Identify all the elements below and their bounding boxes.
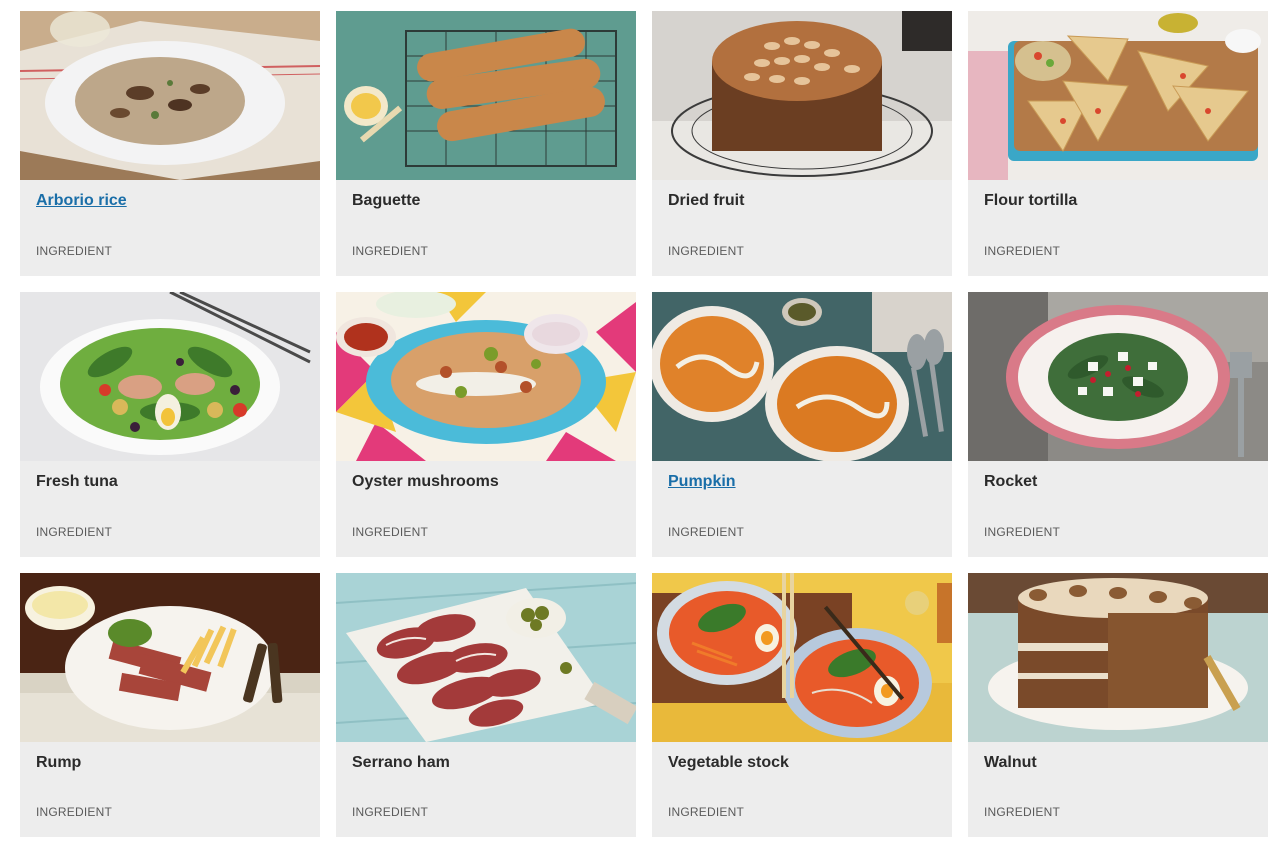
ingredient-image[interactable] <box>20 292 320 461</box>
ingredient-card[interactable]: Arborio rice INGREDIENT <box>20 11 320 276</box>
ingredient-type-label: INGREDIENT <box>984 525 1061 539</box>
ingredient-image[interactable] <box>652 11 952 180</box>
coffee-walnut-cake-image <box>968 573 1268 742</box>
ingredient-card[interactable]: Serrano ham INGREDIENT <box>336 573 636 837</box>
pitta-wraps-image <box>336 292 636 461</box>
ingredient-title[interactable]: Flour tortilla <box>984 192 1077 210</box>
ingredient-image[interactable] <box>336 573 636 742</box>
ingredient-type-label: INGREDIENT <box>984 805 1061 819</box>
ingredient-image[interactable] <box>968 292 1268 461</box>
ingredient-type-label: INGREDIENT <box>984 244 1061 258</box>
nicoise-salad-image <box>20 292 320 461</box>
ingredient-title[interactable]: Arborio rice <box>36 192 127 210</box>
ingredient-title[interactable]: Walnut <box>984 754 1037 772</box>
ingredient-card[interactable]: Walnut INGREDIENT <box>968 573 1268 837</box>
ingredient-card[interactable]: Dried fruit INGREDIENT <box>652 11 952 276</box>
ingredient-image[interactable] <box>336 292 636 461</box>
quesadillas-board-image <box>968 11 1268 180</box>
ingredient-image[interactable] <box>652 573 952 742</box>
ingredient-card[interactable]: Rump INGREDIENT <box>20 573 320 837</box>
ingredient-title[interactable]: Dried fruit <box>668 192 744 210</box>
steak-chips-image <box>20 573 320 742</box>
ingredient-type-label: INGREDIENT <box>352 525 429 539</box>
ingredient-type-label: INGREDIENT <box>668 244 745 258</box>
ingredient-title[interactable]: Rump <box>36 754 81 772</box>
ingredient-card[interactable]: Fresh tuna INGREDIENT <box>20 292 320 557</box>
ingredient-type-label: INGREDIENT <box>352 805 429 819</box>
ingredient-type-label: INGREDIENT <box>36 805 113 819</box>
ingredient-title[interactable]: Baguette <box>352 192 420 210</box>
ingredient-title[interactable]: Pumpkin <box>668 473 736 491</box>
risotto-bowl-image <box>20 11 320 180</box>
ingredient-image[interactable] <box>968 11 1268 180</box>
ingredient-card[interactable]: Rocket INGREDIENT <box>968 292 1268 557</box>
ingredient-type-label: INGREDIENT <box>36 244 113 258</box>
baguettes-on-rack-image <box>336 11 636 180</box>
ingredient-title[interactable]: Serrano ham <box>352 754 450 772</box>
ham-board-image <box>336 573 636 742</box>
pumpkin-soup-image <box>652 292 952 461</box>
ingredient-title[interactable]: Rocket <box>984 473 1037 491</box>
ingredient-card[interactable]: Pumpkin INGREDIENT <box>652 292 952 557</box>
ingredient-image[interactable] <box>652 292 952 461</box>
ingredient-card[interactable]: Oyster mushrooms INGREDIENT <box>336 292 636 557</box>
ingredient-title[interactable]: Fresh tuna <box>36 473 118 491</box>
ingredient-type-label: INGREDIENT <box>36 525 113 539</box>
ingredient-card[interactable]: Flour tortilla INGREDIENT <box>968 11 1268 276</box>
ingredient-grid: Arborio rice INGREDIENT Baguette INGREDI… <box>20 11 1268 837</box>
ingredient-title[interactable]: Vegetable stock <box>668 754 789 772</box>
rocket-salad-image <box>968 292 1268 461</box>
ingredient-image[interactable] <box>20 573 320 742</box>
ingredient-image[interactable] <box>336 11 636 180</box>
ramen-bowls-image <box>652 573 952 742</box>
fruit-cake-image <box>652 11 952 180</box>
ingredient-card[interactable]: Baguette INGREDIENT <box>336 11 636 276</box>
ingredient-type-label: INGREDIENT <box>668 805 745 819</box>
ingredient-type-label: INGREDIENT <box>668 525 745 539</box>
ingredient-image[interactable] <box>20 11 320 180</box>
ingredient-title[interactable]: Oyster mushrooms <box>352 473 499 491</box>
ingredient-image[interactable] <box>968 573 1268 742</box>
ingredient-type-label: INGREDIENT <box>352 244 429 258</box>
ingredient-card[interactable]: Vegetable stock INGREDIENT <box>652 573 952 837</box>
